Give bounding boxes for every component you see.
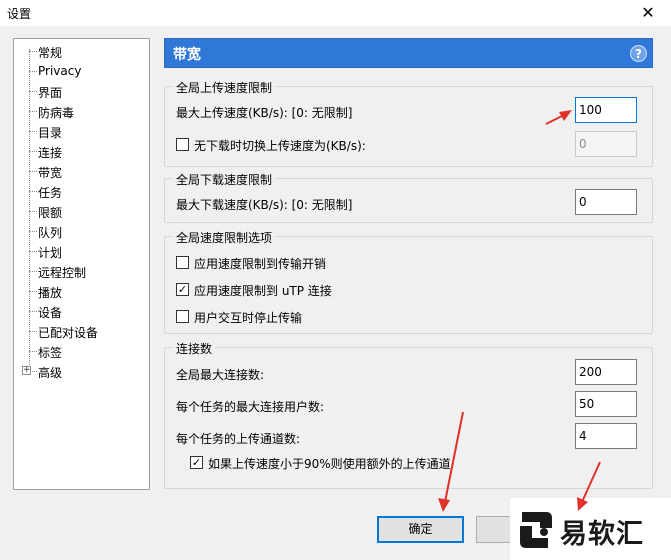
alt-upload-input: 0 (575, 131, 637, 157)
help-icon[interactable]: ? (630, 45, 647, 62)
option-row[interactable]: 用户交互时停止传输 (176, 309, 416, 325)
check-icon[interactable]: ✓ (176, 283, 189, 296)
tree-item[interactable]: + 高级 (14, 362, 149, 382)
plus-box-icon[interactable]: + (22, 366, 31, 375)
tree-item-label: 高级 (38, 366, 63, 380)
tree-item-label: 设备 (38, 306, 63, 320)
close-icon[interactable]: ✕ (637, 2, 659, 24)
option-label: 应用速度限制到传输开销 (194, 257, 327, 271)
tree-connector (29, 291, 37, 292)
tree-connector (29, 111, 37, 112)
extra-slots-label: 如果上传速度小于90%则使用额外的上传通道 (208, 457, 451, 471)
tree-item[interactable]: 常规 (14, 42, 149, 62)
tree-item[interactable]: 连接 (14, 142, 149, 162)
section-header: 带宽 ? (164, 38, 653, 68)
tree-item-label: 已配对设备 (38, 326, 99, 340)
tree-item[interactable]: 已配对设备 (14, 322, 149, 342)
option-label: 用户交互时停止传输 (194, 311, 303, 325)
tree-item-label: Privacy (38, 64, 82, 78)
tree-item[interactable]: 队列 (14, 222, 149, 242)
tree-connector (29, 251, 37, 252)
option-label: 应用速度限制到 uTP 连接 (194, 284, 332, 298)
alt-upload-label: 无下载时切换上传速度为(KB/s): (194, 139, 366, 153)
watermark: 易软汇 (510, 498, 671, 560)
per-task-peers-input[interactable]: 50 (575, 391, 637, 417)
tree-item[interactable]: Privacy (14, 62, 149, 82)
tree-connector (29, 91, 37, 92)
tree-connector (29, 131, 37, 132)
connections-group-title: 连接数 (173, 340, 216, 357)
tree-item-label: 目录 (38, 126, 63, 140)
tree-connector (29, 151, 37, 152)
option-row[interactable]: 应用速度限制到传输开销 (176, 255, 416, 271)
tree-item-label: 任务 (38, 186, 63, 200)
tree-connector (29, 331, 37, 332)
tree-item[interactable]: 限额 (14, 202, 149, 222)
tree-item[interactable]: 防病毒 (14, 102, 149, 122)
max-upload-input[interactable]: 100 (575, 97, 637, 123)
title-bar: 设置 ✕ (0, 0, 671, 26)
upload-slots-label: 每个任务的上传通道数: (176, 432, 301, 446)
option-checkbox[interactable] (176, 310, 189, 323)
alt-upload-checkbox[interactable] (176, 138, 189, 151)
options-group-title: 全局速度限制选项 (173, 229, 276, 246)
upload-group-title: 全局上传速度限制 (173, 79, 276, 96)
max-upload-label: 最大上传速度(KB/s): [0: 无限制] (176, 106, 353, 120)
tree-item-label: 播放 (38, 286, 63, 300)
extra-slots-checkbox-row[interactable]: ✓ 如果上传速度小于90%则使用额外的上传通道 (190, 455, 470, 471)
tree-connector (29, 271, 37, 272)
tree-item-label: 防病毒 (38, 106, 75, 120)
tree-connector (29, 51, 37, 52)
watermark-logo (520, 512, 552, 548)
global-max-connections-input[interactable]: 200 (575, 359, 637, 385)
tree-connector (29, 351, 37, 352)
ok-button[interactable]: 确定 (377, 516, 464, 543)
tree-item-label: 连接 (38, 146, 63, 160)
tree-connector (29, 311, 37, 312)
tree-connector (29, 171, 37, 172)
watermark-text: 易软汇 (560, 519, 644, 550)
download-group-title: 全局下载速度限制 (173, 171, 276, 188)
check-icon[interactable]: ✓ (190, 456, 203, 469)
option-row[interactable]: ✓ 应用速度限制到 uTP 连接 (176, 282, 416, 298)
tree-item-label: 带宽 (38, 166, 63, 180)
tree-item-label: 队列 (38, 226, 63, 240)
max-download-input[interactable]: 0 (575, 189, 637, 215)
tree-item-label: 限额 (38, 206, 63, 220)
tree-connector (29, 191, 37, 192)
settings-tree[interactable]: 常规 Privacy 界面防病毒目录连接带宽任务限额队列计划远程控制播放设备已配对设… (13, 38, 150, 490)
global-max-connections-label: 全局最大连接数: (176, 368, 265, 382)
tree-item-label: 远程控制 (38, 266, 87, 280)
window-title: 设置 (7, 7, 32, 21)
tree-item-label: 常规 (38, 46, 63, 60)
tree-connector (29, 231, 37, 232)
tree-item[interactable]: 设备 (14, 302, 149, 322)
tree-item[interactable]: 远程控制 (14, 262, 149, 282)
tree-item[interactable]: 目录 (14, 122, 149, 142)
tree-item[interactable]: 任务 (14, 182, 149, 202)
per-task-peers-label: 每个任务的最大连接用户数: (176, 400, 325, 414)
tree-item-label: 界面 (38, 86, 63, 100)
section-title: 带宽 (173, 47, 201, 63)
alt-upload-checkbox-row[interactable]: 无下载时切换上传速度为(KB/s): (176, 137, 436, 153)
tree-item[interactable]: 计划 (14, 242, 149, 262)
tree-item[interactable]: 界面 (14, 82, 149, 102)
max-download-label: 最大下载速度(KB/s): [0: 无限制] (176, 198, 353, 212)
tree-connector (29, 71, 37, 72)
tree-item-label: 标签 (38, 346, 63, 360)
tree-connector (29, 211, 37, 212)
upload-slots-input[interactable]: 4 (575, 423, 637, 449)
tree-item[interactable]: 标签 (14, 342, 149, 362)
tree-item[interactable]: 带宽 (14, 162, 149, 182)
tree-item[interactable]: 播放 (14, 282, 149, 302)
tree-item-label: 计划 (38, 246, 63, 260)
option-checkbox[interactable] (176, 256, 189, 269)
